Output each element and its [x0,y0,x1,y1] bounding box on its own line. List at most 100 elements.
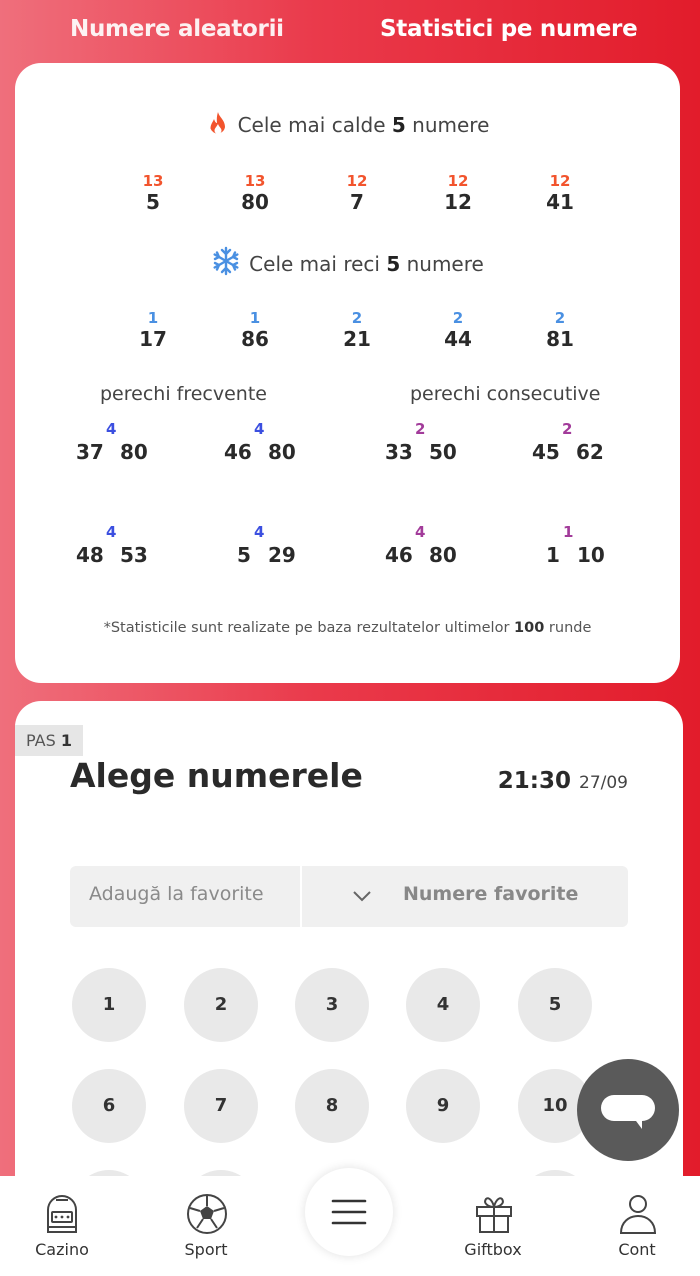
soccer-ball-icon [187,1194,227,1234]
pair-second: 80 [120,440,148,464]
step-number: 1 [60,731,72,750]
consecutive-pair: 1 1 10 [546,523,656,575]
consecutive-pair: 45 2 62 [532,420,642,472]
cold-title-suffix: numere [406,252,484,276]
hot-number: 12 [444,190,472,214]
tab-number-statistics[interactable]: Statistici pe numere [380,16,638,42]
hot-number-item: 13 5 [113,172,193,214]
picker-title: Alege numerele [70,756,363,795]
consecutive-pair: 46 4 80 [385,523,495,575]
frequent-pair: 37 4 80 [76,420,186,472]
cold-number: 21 [343,327,371,351]
pair-count: 1 [563,523,574,541]
number-ball[interactable]: 8 [295,1069,369,1143]
pair-count: 2 [562,420,573,438]
fire-icon [206,111,230,142]
cold-number-item: 1 17 [113,309,193,351]
nav-item-giftbox[interactable]: Giftbox [438,1176,548,1276]
pair-first: 1 [546,543,560,567]
pair-first: 48 [76,543,104,567]
cold-count: 1 [249,309,261,327]
tab-random-numbers[interactable]: Numere aleatorii [70,16,284,42]
pair-second: 29 [268,543,296,567]
number-picker-card: PAS 1 Alege numerele 21:30 27/09 Adaugă … [15,701,683,1221]
cold-title-prefix: Cele mai reci [249,252,380,276]
hot-number-item: 12 41 [520,172,600,214]
hot-count: 12 [346,172,368,190]
hot-count: 13 [142,172,164,190]
pair-first: 45 [532,440,560,464]
hot-number-item: 12 12 [418,172,498,214]
hot-title-prefix: Cele mai calde [237,113,386,137]
hot-title-suffix: numere [412,113,490,137]
hot-number-item: 13 80 [215,172,295,214]
pair-count: 2 [415,420,426,438]
number-ball[interactable]: 4 [406,968,480,1042]
hot-number: 41 [546,190,574,214]
favorite-numbers-label: Numere favorite [403,883,579,905]
cold-count: 2 [554,309,566,327]
nav-label-account: Cont [618,1240,656,1259]
cold-count: 1 [147,309,159,327]
hot-title-count: 5 [391,113,406,137]
hot-count: 12 [549,172,571,190]
cold-count: 2 [351,309,363,327]
top-tabs: Numere aleatorii Statistici pe numere [0,0,700,62]
pair-count: 4 [254,420,265,438]
hot-number-item: 12 7 [317,172,397,214]
footnote-suffix: runde [548,620,592,636]
pair-second: 10 [577,543,605,567]
cold-number: 86 [241,327,269,351]
nav-label-giftbox: Giftbox [464,1240,522,1259]
step-label: PAS [26,731,56,750]
pair-second: 80 [429,543,457,567]
cold-number: 44 [444,327,472,351]
cold-title-count: 5 [386,252,401,276]
chat-button[interactable] [577,1059,679,1161]
number-ball[interactable]: 7 [184,1069,258,1143]
pair-count: 4 [415,523,426,541]
pair-second: 50 [429,440,457,464]
snowflake-icon [211,246,241,281]
main-menu-button[interactable] [305,1168,393,1256]
frequent-pair: 46 4 80 [224,420,334,472]
nav-item-account[interactable]: Cont [582,1176,692,1276]
nav-item-sport[interactable]: Sport [151,1176,261,1276]
pair-count: 4 [254,523,265,541]
draw-time: 21:30 27/09 [498,768,628,794]
hot-number: 80 [241,190,269,214]
nav-item-casino[interactable]: Cazino [7,1176,117,1276]
cold-number-item: 2 81 [520,309,600,351]
favorite-numbers-select[interactable]: Numere favorite [302,866,628,927]
footnote-prefix: *Statisticile sunt realizate pe baza rez… [103,620,510,636]
hot-numbers-title: Cele mai calde 5 numere [15,111,680,142]
cold-number: 81 [546,327,574,351]
draw-hour: 21:30 [497,768,571,794]
number-ball[interactable]: 2 [184,968,258,1042]
footnote-count: 100 [514,620,545,636]
user-icon [619,1195,657,1234]
add-to-favorites-button[interactable]: Adaugă la favorite [70,866,300,927]
cold-count: 2 [452,309,464,327]
number-ball[interactable]: 5 [518,968,592,1042]
pair-count: 4 [106,523,117,541]
number-ball[interactable]: 1 [72,968,146,1042]
consecutive-pairs-title: perechi consecutive [410,383,601,405]
statistics-footnote: *Statisticile sunt realizate pe baza rez… [15,620,680,636]
cold-number: 17 [139,327,167,351]
pair-first: 33 [385,440,413,464]
pair-second: 80 [268,440,296,464]
hot-count: 12 [447,172,469,190]
number-ball[interactable]: 3 [295,968,369,1042]
pair-second: 62 [576,440,604,464]
frequent-pairs-title: perechi frecvente [100,383,267,405]
cold-number-item: 2 21 [317,309,397,351]
number-ball[interactable]: 9 [406,1069,480,1143]
pair-second: 53 [120,543,148,567]
cold-number-item: 1 86 [215,309,295,351]
number-ball[interactable]: 6 [72,1069,146,1143]
slot-machine-icon [47,1195,77,1233]
statistics-card: Cele mai calde 5 numere 13 5 13 80 12 7 … [15,63,680,683]
cold-numbers-title: Cele mai reci 5 numere [15,246,680,281]
nav-label-sport: Sport [184,1240,228,1259]
